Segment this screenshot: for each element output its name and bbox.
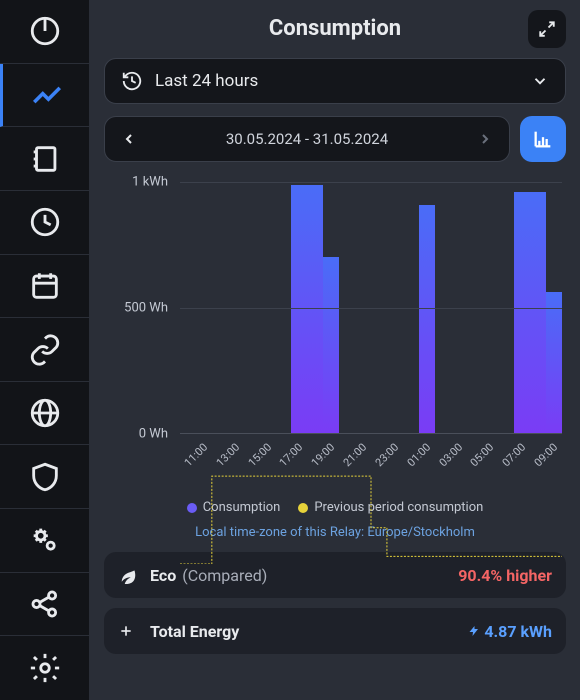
chevron-left-icon — [121, 131, 137, 147]
chart: 0 Wh 500 Wh 1 kWh 11:0013:0015:0017:0019:0… — [104, 176, 566, 496]
y-tick-label: 500 Wh — [124, 301, 168, 316]
x-tick-label: 21:00 — [339, 439, 371, 471]
plot-area — [180, 182, 562, 434]
legend-dot — [187, 503, 197, 513]
sidebar-item-share[interactable] — [0, 573, 90, 637]
date-row: 30.05.2024 - 31.05.2024 — [104, 116, 566, 162]
bolt-icon — [468, 624, 480, 638]
total-value: 4.87 kWh — [468, 622, 552, 641]
sidebar-item-chart[interactable] — [0, 64, 90, 128]
total-label: Total Energy — [150, 622, 239, 641]
x-axis-labels: 11:0013:0015:0017:0019:0021:0023:0001:00… — [180, 440, 562, 453]
page-title: Consumption — [269, 16, 401, 41]
x-tick-label: 01:00 — [403, 439, 435, 471]
leaf-icon — [118, 566, 140, 584]
eco-sub: (Compared) — [182, 566, 267, 585]
x-tick-label: 09:00 — [530, 439, 562, 471]
eco-label: Eco — [150, 566, 176, 585]
grid-line — [180, 182, 562, 183]
sidebar-item-clock[interactable] — [0, 191, 90, 255]
expand-button[interactable] — [528, 10, 566, 48]
next-date-button[interactable] — [471, 125, 499, 153]
x-tick-label: 19:00 — [307, 439, 339, 471]
x-tick-label: 15:00 — [244, 439, 276, 471]
date-navigator: 30.05.2024 - 31.05.2024 — [104, 116, 510, 162]
bar-fill — [546, 292, 562, 433]
eco-stat-row[interactable]: Eco (Compared) 90.4% higher — [104, 552, 566, 598]
main-panel: Consumption Last 24 hours 30.05.2024 - 3… — [90, 0, 580, 700]
x-tick-label: 13:00 — [212, 439, 244, 471]
x-tick-label: 07:00 — [498, 439, 530, 471]
bar-chart-icon — [532, 128, 554, 150]
plus-icon — [118, 623, 140, 639]
header: Consumption — [104, 10, 566, 46]
x-tick-label: 05:00 — [467, 439, 499, 471]
x-tick-label: 17:00 — [276, 439, 308, 471]
prev-date-button[interactable] — [115, 125, 143, 153]
bar-fill — [323, 257, 339, 433]
timezone-note: Local time-zone of this Relay: Europe/St… — [104, 525, 566, 540]
bar-fill — [530, 192, 546, 433]
time-range-select[interactable]: Last 24 hours — [104, 58, 566, 104]
legend: Consumption Previous period consumption — [104, 500, 566, 515]
legend-dot — [298, 503, 308, 513]
sidebar — [0, 0, 90, 700]
grid-line — [180, 308, 562, 309]
history-icon — [121, 70, 143, 92]
legend-label: Previous period consumption — [314, 500, 483, 515]
time-range-label: Last 24 hours — [155, 71, 531, 91]
sidebar-item-link[interactable] — [0, 318, 90, 382]
legend-label: Consumption — [203, 500, 281, 515]
sidebar-item-calendar[interactable] — [0, 255, 90, 319]
y-tick-label: 0 Wh — [139, 427, 168, 442]
chart-type-button[interactable] — [520, 116, 566, 162]
bar-fill — [514, 192, 530, 433]
legend-item-consumption: Consumption — [187, 500, 281, 515]
y-tick-label: 1 kWh — [132, 175, 168, 190]
chevron-right-icon — [477, 131, 493, 147]
expand-icon — [538, 20, 556, 38]
bar-fill — [419, 205, 435, 433]
legend-item-previous: Previous period consumption — [298, 500, 483, 515]
sidebar-item-gears[interactable] — [0, 509, 90, 573]
date-range-label: 30.05.2024 - 31.05.2024 — [143, 130, 471, 148]
sidebar-item-power[interactable] — [0, 0, 90, 64]
x-tick-label: 23:00 — [371, 439, 403, 471]
total-energy-row[interactable]: Total Energy 4.87 kWh — [104, 608, 566, 654]
sidebar-item-settings[interactable] — [0, 636, 90, 700]
sidebar-item-globe[interactable] — [0, 382, 90, 446]
chevron-down-icon — [531, 72, 549, 90]
eco-value: 90.4% higher — [458, 566, 552, 585]
sidebar-item-shield[interactable] — [0, 445, 90, 509]
x-tick-label: 11:00 — [180, 439, 212, 471]
x-tick-label: 03:00 — [435, 439, 467, 471]
sidebar-item-journal[interactable] — [0, 127, 90, 191]
